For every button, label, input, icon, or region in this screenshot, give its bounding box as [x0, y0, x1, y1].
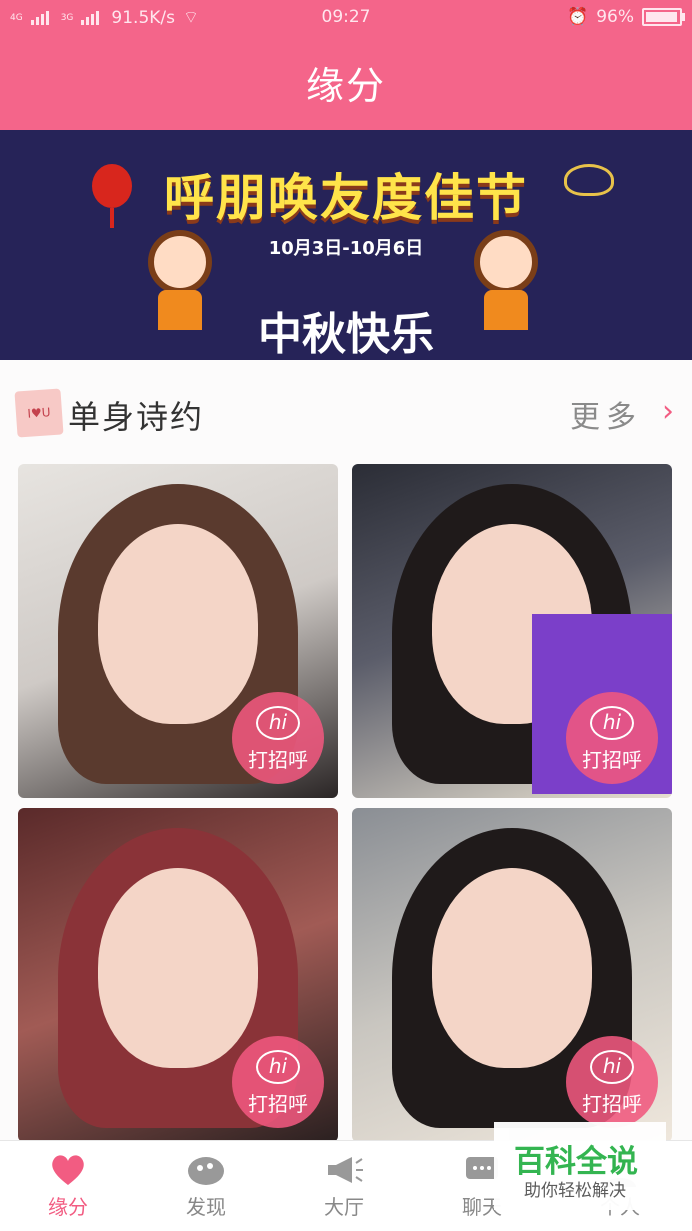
greet-button[interactable]: hi 打招呼 [566, 1036, 658, 1128]
chevron-right-icon[interactable]: › [662, 394, 674, 429]
love-tag-icon: I♥U [14, 388, 64, 438]
discover-icon [188, 1157, 224, 1185]
greet-label: 打招呼 [582, 1092, 642, 1116]
greet-label: 打招呼 [248, 748, 308, 772]
battery-icon [642, 8, 685, 26]
section-header: I♥U 单身诗约 更多 › [0, 360, 692, 460]
profile-card[interactable]: hi 打招呼 [352, 808, 672, 1142]
tab-label: 大厅 [324, 1195, 364, 1219]
alarm-icon: ⏰ [567, 7, 589, 27]
greet-button[interactable]: hi 打招呼 [232, 692, 324, 784]
hi-heart-icon: hi [256, 1050, 300, 1084]
section-title: 单身诗约 [68, 398, 205, 436]
greet-button[interactable]: hi 打招呼 [566, 692, 658, 784]
banner-subtitle: 中秋快乐 [258, 309, 434, 360]
banner-headline: 呼朋唤友度佳节 [164, 169, 528, 227]
banner-date: 10月3日-10月6日 [268, 238, 424, 259]
tab-hall[interactable]: 大厅 [294, 1153, 394, 1220]
profile-card[interactable]: hi 打招呼 [18, 464, 338, 798]
profile-card[interactable]: hi 打招呼 [352, 464, 672, 798]
profile-grid: hi 打招呼 hi 打招呼 hi 打招呼 hi 打招呼 [0, 460, 692, 1142]
heart-icon [52, 1155, 84, 1185]
status-bar: 4G 3G 91.5K/s ⌔ 09:27 ⏰ 96% [0, 0, 692, 34]
greet-button[interactable]: hi 打招呼 [232, 1036, 324, 1128]
watermark-brand: 百科全说 [514, 1144, 638, 1180]
tab-discover[interactable]: 发现 [156, 1153, 256, 1220]
more-link[interactable]: 更多 [570, 392, 642, 436]
profile-card[interactable]: hi 打招呼 [18, 808, 338, 1142]
greet-label: 打招呼 [248, 1092, 308, 1116]
hi-heart-icon: hi [590, 1050, 634, 1084]
battery-percent: 96% [596, 7, 634, 27]
watermark-logo: 百科全说 助你轻松解决 [494, 1122, 666, 1210]
page-title: 缘分 [305, 63, 386, 108]
hi-heart-icon: hi [590, 706, 634, 740]
title-bar: 缘分 [0, 34, 692, 130]
hi-heart-icon: hi [256, 706, 300, 740]
megaphone-icon [328, 1157, 363, 1183]
tab-label: 缘分 [48, 1195, 88, 1219]
promo-banner[interactable]: 呼朋唤友度佳节 10月3日-10月6日 中秋快乐 [0, 130, 692, 360]
tab-fate[interactable]: 缘分 [18, 1153, 118, 1220]
watermark-tagline: 助你轻松解决 [524, 1181, 626, 1201]
greet-label: 打招呼 [582, 748, 642, 772]
tab-label: 发现 [186, 1195, 226, 1219]
